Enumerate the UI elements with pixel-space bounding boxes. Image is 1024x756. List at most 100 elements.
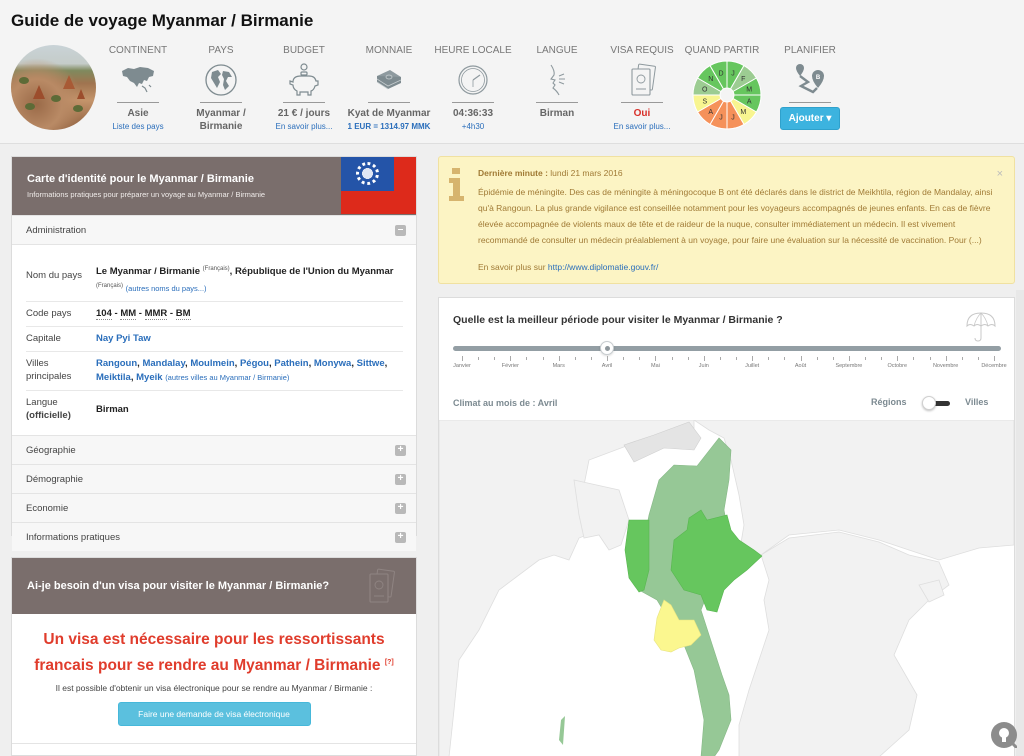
row-label: Langue (officielle) xyxy=(26,397,71,422)
month-label[interactable]: Mars xyxy=(553,363,565,369)
month-slider-handle[interactable] xyxy=(600,341,615,355)
city-link[interactable]: Monywa xyxy=(314,358,351,369)
stat-language: LANGUE Birman xyxy=(511,45,603,120)
stat-when-to-go: QUAND PARTIR xyxy=(676,45,768,56)
page-scrollbar[interactable] xyxy=(1016,290,1024,756)
stat-currency: MONNAIE Kyat de Myanmar 1 EUR = 1314.97 … xyxy=(343,45,435,131)
other-names-link[interactable]: (autres noms du pays...) xyxy=(126,284,207,293)
slider-tick xyxy=(607,356,609,361)
slider-tick xyxy=(784,357,786,360)
month-label[interactable]: Décembre xyxy=(981,363,1006,369)
passport-icon xyxy=(596,61,688,99)
official-language: Birman xyxy=(96,404,129,416)
expand-icon[interactable]: + xyxy=(395,474,406,486)
slider-tick xyxy=(462,356,463,361)
regions-cities-toggle[interactable] xyxy=(922,396,951,410)
month-label[interactable]: Juillet xyxy=(745,363,759,369)
wheel-month-label: F xyxy=(741,76,745,83)
row-language: Langue (officielle) Birman xyxy=(26,391,403,427)
stat-label: VISA REQUIS xyxy=(610,45,674,56)
month-label[interactable]: Janvier xyxy=(453,363,471,369)
toggle-regions-label[interactable]: Régions xyxy=(871,397,907,407)
city-link[interactable]: Pathein xyxy=(274,358,308,369)
toggle-cities-label[interactable]: Villes xyxy=(965,397,988,407)
month-label[interactable]: Avril xyxy=(602,363,613,369)
city-link[interactable]: Pégou xyxy=(240,358,269,369)
month-label[interactable]: Octobre xyxy=(887,363,907,369)
section-administration[interactable]: Administration – xyxy=(12,215,416,244)
city-link[interactable]: Moulmein xyxy=(190,358,234,369)
slider-tick xyxy=(945,356,947,361)
month-label[interactable]: Août xyxy=(795,363,806,369)
row-capital: Capitale Nay Pyi Taw xyxy=(26,327,403,353)
climate-question: Quelle est la meilleur période pour visi… xyxy=(453,314,783,326)
close-alert-button[interactable]: × xyxy=(997,168,1003,180)
visa-help-link[interactable]: [?] xyxy=(385,659,394,666)
help-lightbulb-button[interactable] xyxy=(991,722,1019,750)
month-label[interactable]: Juin xyxy=(699,363,709,369)
section-geographie[interactable]: Géographie + xyxy=(12,435,416,465)
expand-icon[interactable]: + xyxy=(395,532,406,544)
city-link[interactable]: Meiktila xyxy=(96,372,131,383)
stat-label: HEURE LOCALE xyxy=(434,45,512,56)
add-to-plan-button[interactable]: Ajouter ▾ xyxy=(779,107,841,130)
city-link[interactable]: Rangoun xyxy=(96,358,137,369)
countries-list-link[interactable]: Liste des pays xyxy=(112,122,163,131)
evisa-request-button[interactable]: Faire une demande de visa électronique xyxy=(117,702,311,727)
budget-more-link[interactable]: En savoir plus... xyxy=(276,122,333,131)
row-label: Nom du pays xyxy=(26,270,82,281)
slider-tick xyxy=(881,357,883,360)
visa-card-header: Ai-je besoin d'un visa pour visiter le M… xyxy=(12,558,416,614)
visa-more-link[interactable]: En savoir plus... xyxy=(614,122,671,131)
best-months-wheel[interactable]: JFMAMJJASOND xyxy=(691,59,763,131)
climate-map[interactable] xyxy=(438,419,1015,756)
wheel-month-label: M xyxy=(746,87,752,94)
other-cities-link[interactable]: (autres villes au Myanmar / Birmanie) xyxy=(165,373,289,382)
city-link[interactable]: Mandalay xyxy=(142,358,185,369)
slider-tick xyxy=(671,357,673,360)
month-slider-track[interactable] xyxy=(453,346,1001,351)
city-link[interactable]: Sittwe xyxy=(357,358,385,369)
month-label[interactable]: Novembre xyxy=(933,363,958,369)
info-icon xyxy=(448,168,466,207)
stat-value: 21 € / jours xyxy=(277,108,331,119)
evisa-note: Il est possible d'obtenir un visa électr… xyxy=(55,683,373,694)
stat-label: BUDGET xyxy=(283,45,325,56)
collapse-icon[interactable]: – xyxy=(395,225,406,236)
month-label[interactable]: Février xyxy=(502,363,519,369)
expand-icon[interactable]: + xyxy=(395,503,406,515)
passport-icon xyxy=(366,568,396,609)
month-label[interactable]: Mai xyxy=(651,363,660,369)
row-main-cities: Villes principales Rangoun, Mandalay, Mo… xyxy=(26,352,403,392)
diplomatie-link[interactable]: http://www.diplomatie.gouv.fr/ xyxy=(548,262,658,272)
stat-plan: PLANIFIER B Ajouter ▾ xyxy=(764,45,856,130)
stat-value: Myanmar / Birmanie xyxy=(196,108,246,132)
slider-tick xyxy=(752,356,754,361)
expand-icon[interactable]: + xyxy=(395,445,406,457)
timezone-offset: +4h30 xyxy=(461,122,485,131)
slider-tick xyxy=(526,357,528,360)
country-official-name: , République de l'Union du Myanmar xyxy=(229,266,394,278)
section-label: Administration xyxy=(26,225,87,236)
alert-body: Épidémie de méningite. Des cas de méning… xyxy=(478,187,993,245)
stat-value: 04:36:33 xyxy=(452,108,494,119)
capital-link[interactable]: Nay Pyi Taw xyxy=(96,333,151,344)
slider-tick xyxy=(719,357,721,360)
slider-tick xyxy=(832,357,834,360)
slider-tick xyxy=(478,357,480,360)
asia-map-icon xyxy=(92,61,184,99)
stat-label: CONTINENT xyxy=(108,45,168,56)
language-note: (Français) xyxy=(96,283,124,290)
slider-tick xyxy=(574,357,576,360)
slider-tick xyxy=(994,356,995,361)
city-link[interactable]: Myeik xyxy=(136,372,162,383)
section-informations-pratiques[interactable]: Informations pratiques + xyxy=(12,522,416,552)
page-header: Guide de voyage Myanmar / Birmanie CONTI… xyxy=(0,0,1024,144)
svg-text:B: B xyxy=(816,75,821,81)
globe-icon xyxy=(175,61,267,99)
section-demographie[interactable]: Démographie + xyxy=(12,464,416,494)
slider-tick xyxy=(897,356,899,361)
month-label[interactable]: Septembre xyxy=(835,363,862,369)
section-economie[interactable]: Economie + xyxy=(12,493,416,523)
speaking-head-icon xyxy=(511,61,603,99)
